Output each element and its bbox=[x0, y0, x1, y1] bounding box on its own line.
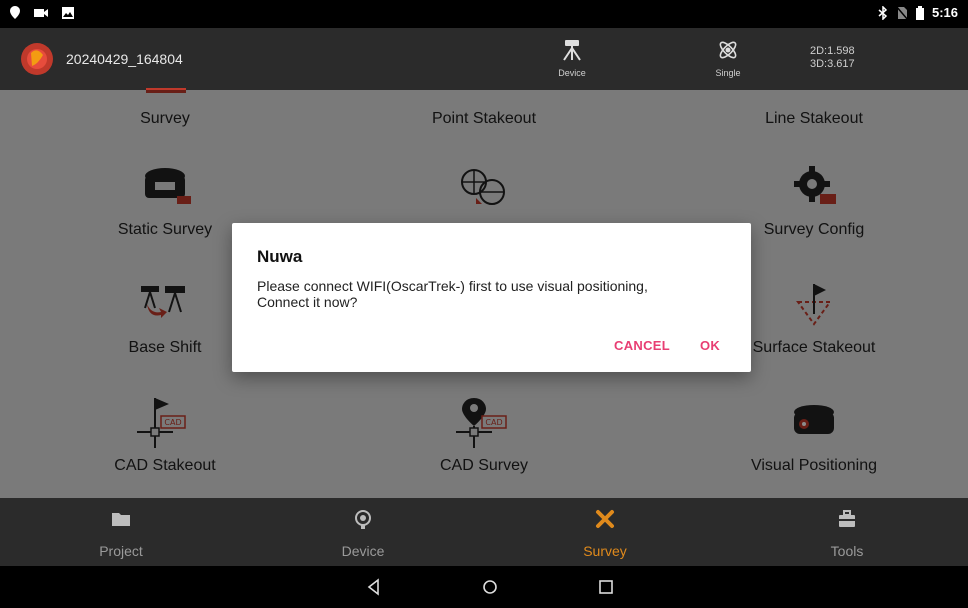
app-bar: 20240429_164804 Device Single 2D:1.598 3… bbox=[0, 28, 968, 90]
system-nav-bar bbox=[0, 566, 968, 608]
precision-2d: 2D:1.598 bbox=[810, 45, 855, 57]
video-icon bbox=[34, 8, 48, 17]
solution-mode-button[interactable]: Single bbox=[704, 38, 752, 82]
device-icon bbox=[355, 510, 371, 529]
bottom-nav: Project Device Survey Tools bbox=[0, 498, 968, 566]
device-status-button[interactable]: Device bbox=[548, 38, 596, 82]
tripod-icon bbox=[563, 40, 581, 61]
nav-item-tools[interactable]: Tools bbox=[726, 498, 968, 566]
status-bar: 5:16 bbox=[0, 0, 968, 28]
nav-label: Tools bbox=[830, 543, 864, 559]
ok-button[interactable]: OK bbox=[700, 338, 720, 353]
toolbox-icon bbox=[839, 510, 855, 527]
nav-label: Project bbox=[99, 543, 143, 559]
mode-label: Single bbox=[715, 68, 741, 78]
dialog-message-line2: Connect it now? bbox=[257, 294, 358, 310]
nav-item-project[interactable]: Project bbox=[0, 498, 242, 566]
dialog-title: Nuwa bbox=[257, 247, 303, 266]
cancel-button[interactable]: CANCEL bbox=[614, 338, 670, 353]
recents-icon[interactable] bbox=[596, 577, 616, 597]
nav-item-device[interactable]: Device bbox=[242, 498, 484, 566]
location-icon bbox=[10, 6, 20, 19]
project-name[interactable]: 20240429_164804 bbox=[66, 51, 183, 67]
status-right-icons: 5:16 bbox=[878, 5, 958, 20]
project-logo-icon[interactable] bbox=[20, 42, 54, 76]
dialog-message: Please connect WIFI(OscarTrek-) first to… bbox=[257, 278, 717, 310]
nav-label: Survey bbox=[583, 543, 627, 559]
precision-readout[interactable]: 2D:1.598 3D:3.617 bbox=[810, 45, 855, 71]
battery-icon bbox=[915, 5, 924, 20]
no-sim-icon bbox=[895, 5, 908, 20]
satellite-icon bbox=[719, 41, 737, 59]
bluetooth-icon bbox=[878, 5, 888, 20]
dialog-message-line1: Please connect WIFI(OscarTrek-) first to… bbox=[257, 278, 648, 294]
nav-label: Device bbox=[341, 543, 385, 559]
survey-tools-icon bbox=[596, 510, 614, 528]
precision-3d: 3D:3.617 bbox=[810, 58, 855, 70]
back-icon[interactable] bbox=[364, 577, 384, 597]
home-icon[interactable] bbox=[480, 577, 500, 597]
status-time: 5:16 bbox=[931, 5, 958, 20]
folder-icon bbox=[112, 513, 130, 526]
nav-item-survey[interactable]: Survey bbox=[484, 498, 726, 566]
image-icon bbox=[62, 6, 74, 19]
wifi-connect-dialog: Nuwa Please connect WIFI(OscarTrek-) fir… bbox=[232, 223, 751, 372]
device-label: Device bbox=[558, 68, 586, 78]
status-left-icons bbox=[10, 6, 74, 19]
